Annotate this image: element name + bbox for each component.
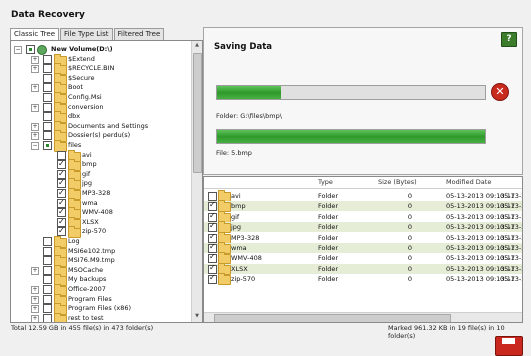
tree-item-label: rest to test [68, 313, 104, 322]
list-item[interactable]: MP3-328Folder005-13-2013 09:13:1705-13-2 [204, 231, 523, 244]
folder-path-label: Folder: G:\files\bmp\ [216, 112, 282, 120]
cell-name: zip-570 [231, 275, 256, 284]
list-item[interactable]: wmaFolder005-13-2013 09:13:1705-13-2 [204, 242, 523, 254]
file-progress-bar [216, 129, 486, 144]
folder-progress-fill [217, 86, 282, 99]
scroll-down-icon[interactable]: ▼ [193, 313, 201, 319]
cell-created: 05-13-2 [500, 244, 523, 252]
cell-created: 05-13-2 [500, 254, 523, 263]
cell-name: jpg [231, 223, 242, 232]
list-item[interactable]: gifFolder005-13-2013 09:13:1705-13-2 [204, 210, 523, 223]
cell-name: avi [231, 192, 241, 200]
cell-created: 05-13-2 [500, 202, 523, 211]
cell-created: 05-13-2 [500, 223, 523, 232]
checkbox-icon[interactable] [43, 313, 52, 322]
cell-created: 05-13-2 [500, 275, 523, 284]
list-item[interactable]: bmpFolder005-13-2013 09:13:1705-13-2 [204, 200, 523, 213]
col-modified[interactable]: Modified Date [446, 177, 491, 188]
total-status: Total 12.59 GB in 455 file(s) in 473 fol… [11, 324, 154, 332]
list-scroll-thumb[interactable] [214, 314, 451, 322]
list-header: Type Size (Bytes) Modified Date [204, 177, 522, 189]
list-item[interactable]: jpgFolder005-13-2013 09:13:1705-13-2 [204, 221, 523, 234]
file-progress-fill [217, 130, 485, 143]
file-name-label: File: 5.bmp [216, 149, 252, 157]
cell-created: 05-13-2 [500, 233, 523, 242]
tree-scroll-thumb[interactable] [193, 53, 202, 173]
cell-type: Folder [318, 233, 339, 242]
folder-progress-bar [216, 85, 486, 100]
tree-tabs: Classic Tree File Type List Filtered Tre… [10, 28, 165, 41]
file-list: Type Size (Bytes) Modified Date avi Folde… [203, 176, 523, 323]
cell-name: bmp [231, 202, 246, 211]
col-size[interactable]: Size (Bytes) [378, 177, 417, 188]
folder-icon [218, 273, 231, 286]
cell-size: 0 [407, 233, 412, 242]
folder-tree: − New Volume(D:\) + $Extend + $RECYCLE.BIN $Se… [10, 40, 203, 323]
cell-type: Folder [318, 223, 339, 232]
cell-size: 0 [407, 264, 412, 273]
app-title: Data Recovery [11, 10, 85, 20]
cell-type: Folder [318, 264, 339, 273]
cell-created: 05-13-2 [500, 192, 523, 200]
cancel-icon[interactable]: ✕ [491, 83, 509, 101]
cell-name: wma [231, 244, 247, 252]
cell-size: 0 [407, 254, 412, 263]
cell-type: Folder [318, 244, 339, 252]
cell-size: 0 [407, 244, 412, 252]
checkbox-icon[interactable] [208, 273, 217, 285]
cell-size: 0 [407, 202, 412, 211]
cell-type: Folder [318, 254, 339, 263]
cell-size: 0 [407, 192, 412, 200]
cell-created: 05-13-2 [500, 264, 523, 273]
saving-panel: Saving Data ? ✕ Folder: G:\files\bmp\ Fi… [203, 27, 523, 175]
cell-name: WMV-408 [231, 254, 262, 263]
save-icon[interactable] [495, 336, 523, 356]
cell-name: XLSX [231, 264, 248, 273]
list-hscrollbar[interactable] [204, 312, 522, 322]
tree-item[interactable]: + rest to test [11, 312, 189, 322]
cell-size: 0 [407, 223, 412, 232]
saving-title: Saving Data [214, 42, 272, 52]
tree-scrollbar[interactable]: ▲ ▼ [191, 41, 202, 322]
cell-size: 0 [407, 275, 412, 284]
tab-filtered-tree[interactable]: Filtered Tree [113, 28, 165, 40]
scroll-up-icon[interactable]: ▲ [193, 42, 201, 48]
list-item[interactable]: WMV-408Folder005-13-2013 09:13:1705-13-2 [204, 252, 523, 265]
list-item[interactable]: avi Folder 0 05-13-2013 09:13:17 05-13-2 [204, 190, 523, 202]
cell-size: 0 [407, 212, 412, 221]
cell-created: 05-13-2 [500, 212, 523, 221]
list-item[interactable]: zip-570Folder005-13-2013 09:13:1705-13-2 [204, 273, 523, 286]
cell-name: gif [231, 212, 240, 221]
expand-icon[interactable]: + [31, 314, 39, 322]
list-item[interactable]: XLSXFolder005-13-2013 09:13:1705-13-2 [204, 262, 523, 275]
cell-type: Folder [318, 192, 339, 200]
cell-type: Folder [318, 202, 339, 211]
help-button[interactable]: ? [501, 32, 517, 47]
cell-type: Folder [318, 275, 339, 284]
col-type[interactable]: Type [318, 177, 333, 188]
folder-icon [54, 312, 67, 322]
cell-type: Folder [318, 212, 339, 221]
tab-file-type-list[interactable]: File Type List [60, 28, 113, 40]
cell-name: MP3-328 [231, 233, 260, 242]
